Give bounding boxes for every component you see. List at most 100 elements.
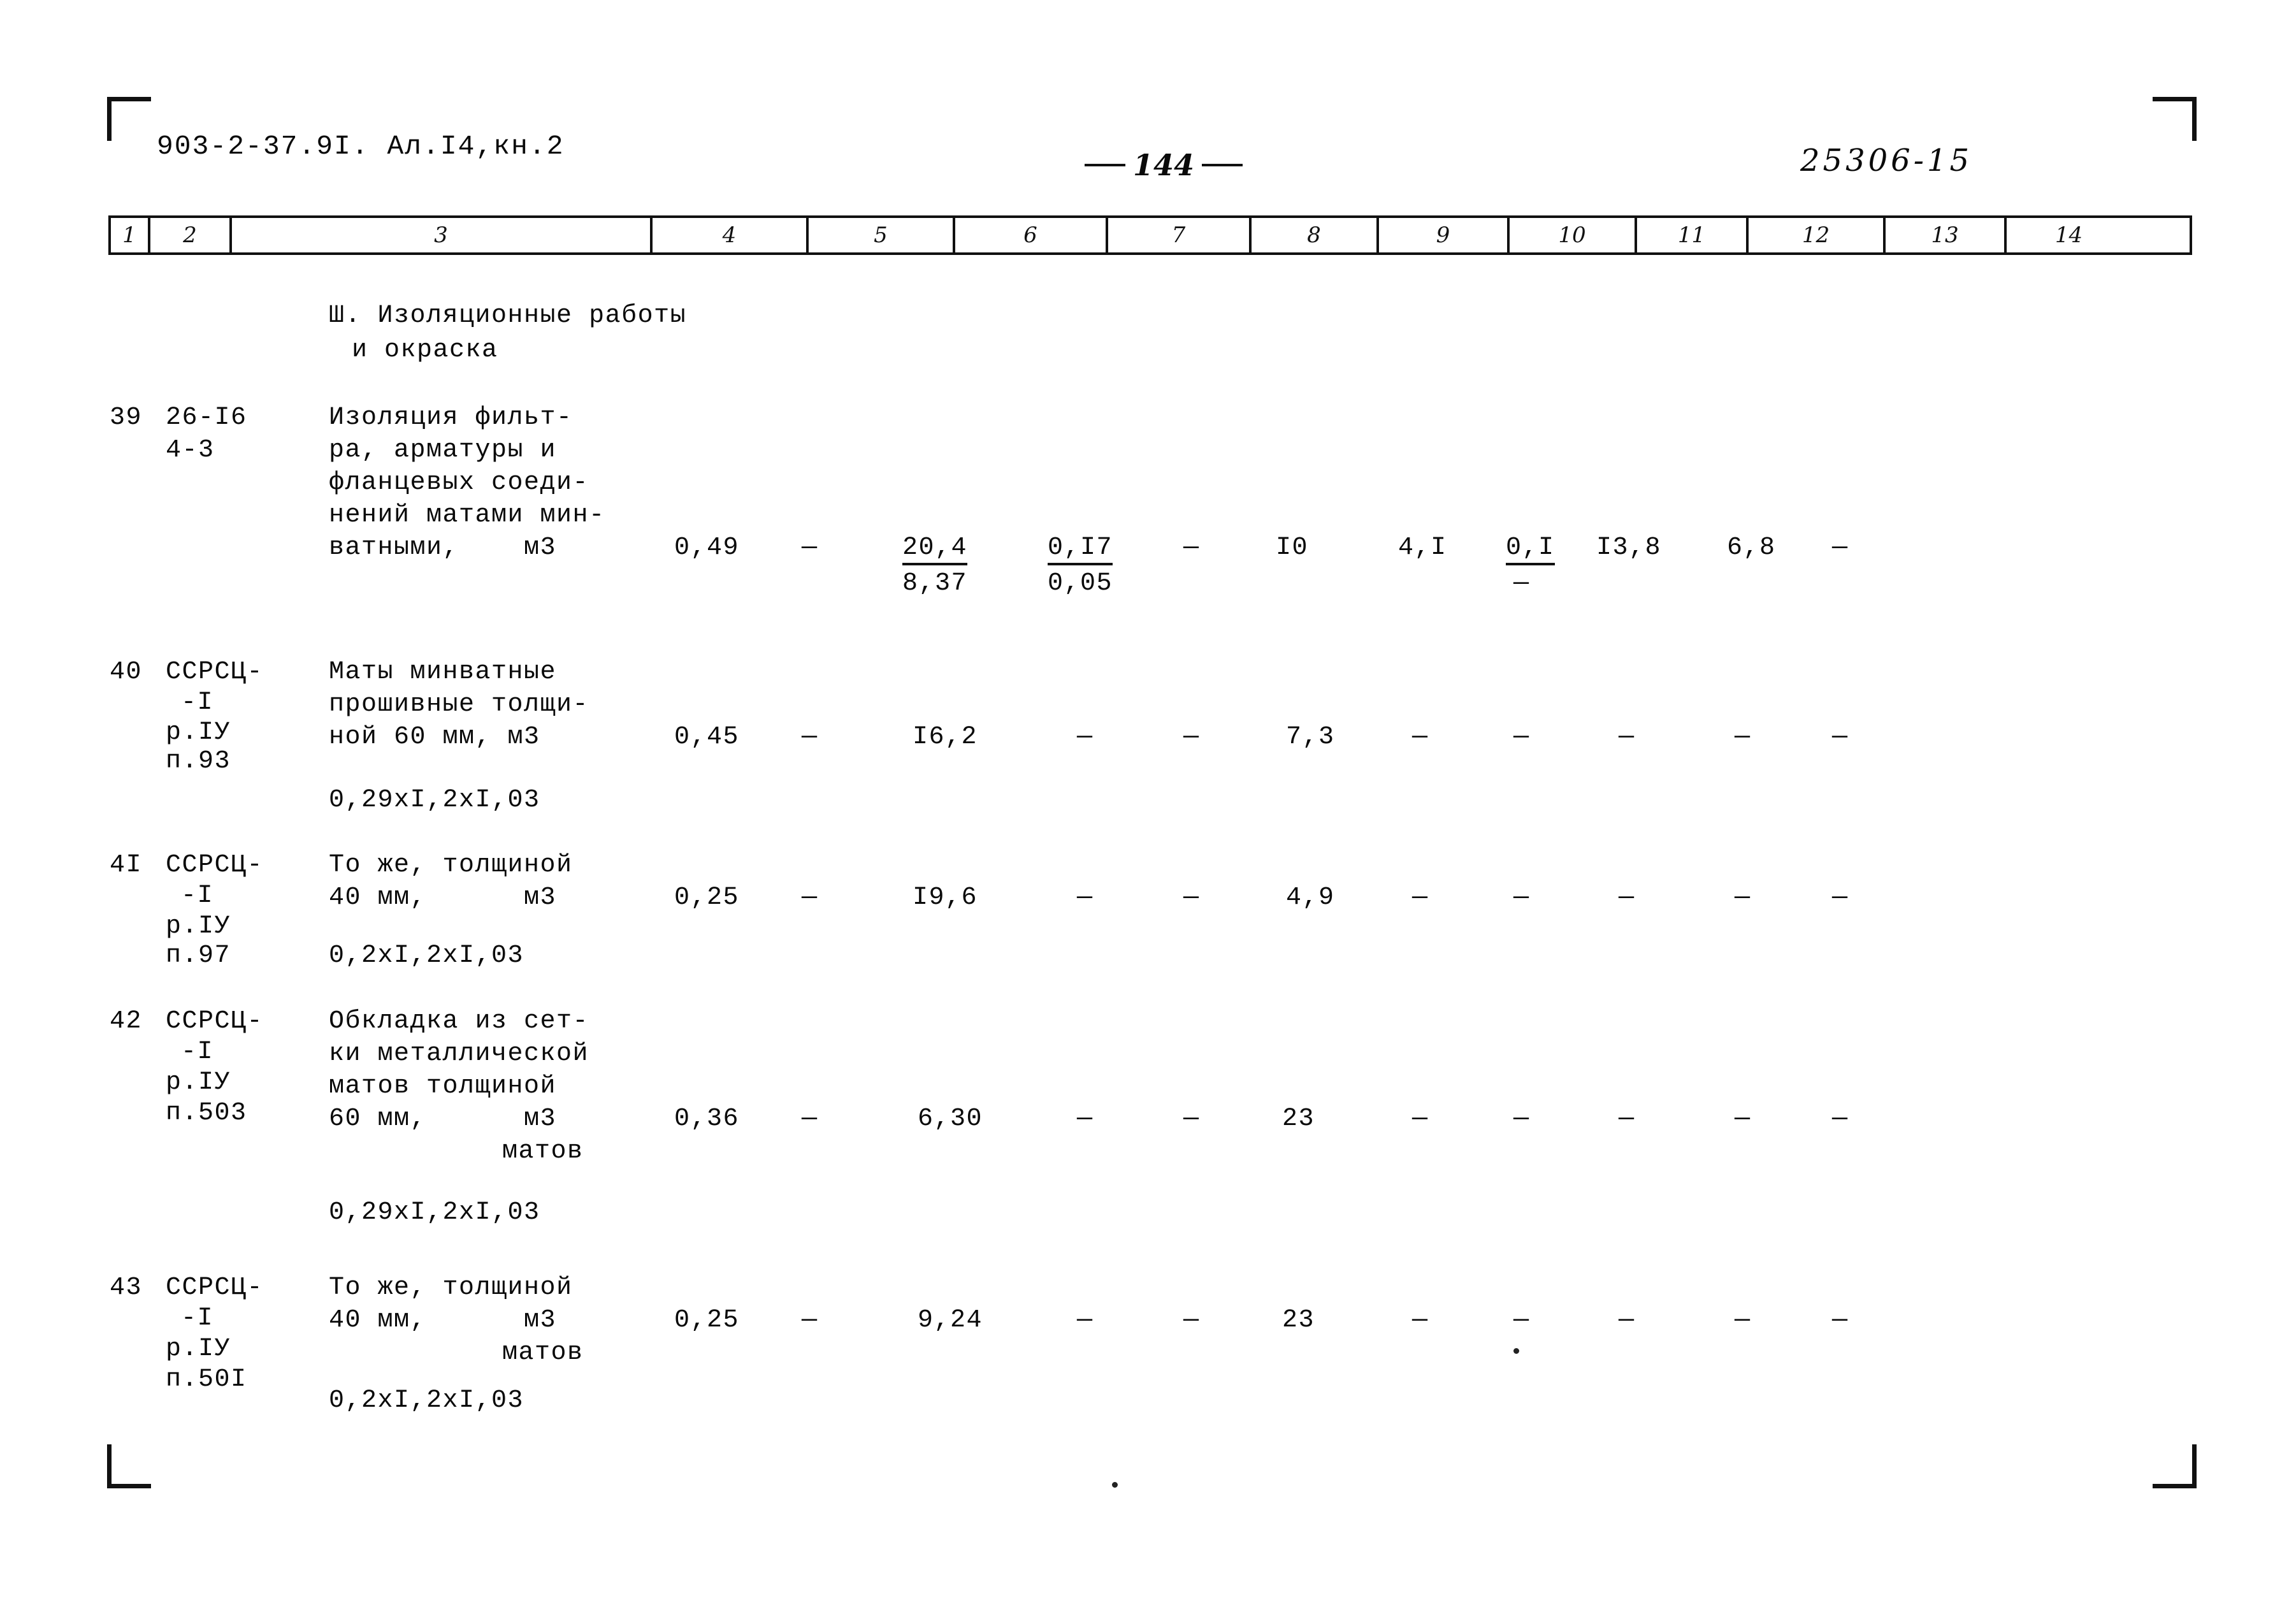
row-value-col-13: —	[1735, 883, 1751, 912]
row-value-col-7: —	[1077, 1105, 1094, 1133]
row-number: 42	[110, 1007, 143, 1036]
row-code-line-2: -I	[181, 1038, 214, 1066]
row-value-col-14: —	[1832, 1306, 1849, 1335]
row-value-col-6-top: 20,4	[902, 534, 968, 565]
row-description-line-1: Обкладка из сет-	[329, 1007, 589, 1036]
row-value-col-11: —	[1513, 883, 1530, 912]
row-value-col-5: —	[802, 723, 818, 751]
row-description-line-1: Маты минватные	[329, 658, 557, 686]
page-number-rule-right	[1202, 164, 1243, 166]
row-code-line-1: ССРСЦ-	[166, 1007, 264, 1036]
column-header-9: 9	[1379, 218, 1510, 252]
row-value-col-12: —	[1619, 1105, 1635, 1133]
row-code-line-3: р.IУ	[166, 718, 231, 747]
column-header-1: 1	[111, 218, 150, 252]
row-value-col-12: I3,8	[1596, 534, 1662, 562]
row-value-col-10: —	[1412, 883, 1429, 912]
row-code-line-2: -I	[181, 688, 214, 717]
row-description-line-2: ра, арматуры и	[329, 436, 557, 465]
row-description-line-1: То же, толщиной	[329, 851, 573, 880]
row-value-col-5: —	[802, 1105, 818, 1133]
row-code-line-2: -I	[181, 882, 214, 910]
row-code-line-3: р.IУ	[166, 1335, 231, 1363]
row-value-col-4: 0,36	[674, 1105, 740, 1133]
row-value-col-6: 6,30	[918, 1105, 983, 1133]
row-value-col-8: —	[1183, 1105, 1200, 1133]
row-value-col-10: 4,I	[1398, 534, 1447, 562]
row-value-col-9: I0	[1276, 534, 1309, 562]
row-value-col-8: —	[1183, 1306, 1200, 1335]
row-value-col-14: —	[1832, 1105, 1849, 1133]
table-column-number-strip: 1 2 3 4 5 6 7 8 9 10 11 12 13 14	[108, 215, 2192, 255]
row-value-col-6: I6,2	[913, 723, 978, 751]
document-identifier: 903-2-37.9I. Ал.I4,кн.2	[157, 131, 565, 162]
row-value-col-4: 0,25	[674, 1306, 740, 1335]
column-header-14: 14	[2054, 222, 2083, 248]
row-value-col-7-top: 0,I7	[1048, 534, 1113, 565]
row-value-col-6-bottom: 8,37	[902, 569, 968, 598]
row-value-col-7: —	[1077, 723, 1094, 751]
row-value-col-4: 0,45	[674, 723, 740, 751]
row-value-col-9: 4,9	[1286, 883, 1335, 912]
row-value-col-14: —	[1832, 534, 1849, 562]
row-value-col-12: —	[1619, 883, 1635, 912]
row-dimensions: 0,2xI,2xI,03	[329, 941, 524, 970]
row-value-col-8: —	[1183, 883, 1200, 912]
row-value-col-12: —	[1619, 723, 1635, 751]
section-heading-line-1: Ш. Изоляционные работы	[329, 301, 687, 330]
row-value-col-10: —	[1412, 1105, 1429, 1133]
section-heading-line-2: и окраска	[352, 336, 498, 365]
column-header-12: 12	[1749, 218, 1886, 252]
row-description-line-2: 40 мм, м3	[329, 883, 557, 912]
row-description-line-2: 40 мм, м3	[329, 1306, 557, 1335]
row-description-line-3: матов толщиной	[329, 1072, 557, 1101]
crop-mark-bottom-right	[2153, 1444, 2197, 1488]
row-value-col-11-bottom: —	[1513, 569, 1530, 598]
row-code-line-1: ССРСЦ-	[166, 1274, 264, 1302]
row-code-line-4: п.93	[166, 747, 231, 776]
scan-speck	[1112, 1482, 1118, 1488]
row-description-line-5: ватными, м3	[329, 534, 557, 562]
column-header-6: 6	[955, 218, 1108, 252]
row-value-col-7: —	[1077, 883, 1094, 912]
row-value-col-6: I9,6	[913, 883, 978, 912]
column-header-2: 2	[150, 218, 232, 252]
row-value-col-11: —	[1513, 1105, 1530, 1133]
row-code-line-2: 4-3	[166, 436, 215, 465]
row-description-line-3: ной 60 мм, м3	[329, 723, 540, 751]
row-number: 40	[110, 658, 143, 686]
row-value-col-13: —	[1735, 1105, 1751, 1133]
row-code-line-1: ССРСЦ-	[166, 658, 264, 686]
crop-mark-top-left	[107, 97, 151, 141]
row-value-col-5: —	[802, 883, 818, 912]
column-header-13: 13	[1886, 218, 2007, 252]
row-value-col-7-bottom: 0,05	[1048, 569, 1113, 598]
column-header-8: 8	[1252, 218, 1379, 252]
row-code-line-4: п.503	[166, 1099, 247, 1128]
row-number: 4I	[110, 851, 143, 880]
column-header-11: 11	[1637, 218, 1749, 252]
row-description-line-1: Изоляция фильт-	[329, 403, 573, 432]
row-description-line-1: То же, толщиной	[329, 1274, 573, 1302]
row-code-line-4: п.97	[166, 941, 231, 970]
row-description-line-3: фланцевых соеди-	[329, 468, 589, 497]
row-number: 43	[110, 1274, 143, 1302]
row-dimensions: 0,29xI,2xI,03	[329, 1198, 540, 1227]
column-header-4: 4	[653, 218, 809, 252]
row-dimensions: 0,29xI,2xI,03	[329, 786, 540, 815]
row-value-col-8: —	[1183, 534, 1200, 562]
row-code-line-2: -I	[181, 1304, 214, 1333]
row-value-col-9: 23	[1282, 1105, 1315, 1133]
row-code-line-3: р.IУ	[166, 912, 231, 941]
row-description-line-3: матов	[502, 1339, 584, 1367]
row-code-line-3: р.IУ	[166, 1068, 231, 1097]
row-value-col-9: 7,3	[1286, 723, 1335, 751]
page-number-value: 144	[1133, 148, 1195, 182]
row-value-col-4: 0,25	[674, 883, 740, 912]
row-value-col-10: —	[1412, 723, 1429, 751]
row-value-col-5: —	[802, 534, 818, 562]
row-value-col-13: —	[1735, 1306, 1751, 1335]
row-code-line-1: 26-I6	[166, 403, 247, 432]
row-value-col-6: 9,24	[918, 1306, 983, 1335]
row-description-line-2: ки металлической	[329, 1040, 589, 1068]
